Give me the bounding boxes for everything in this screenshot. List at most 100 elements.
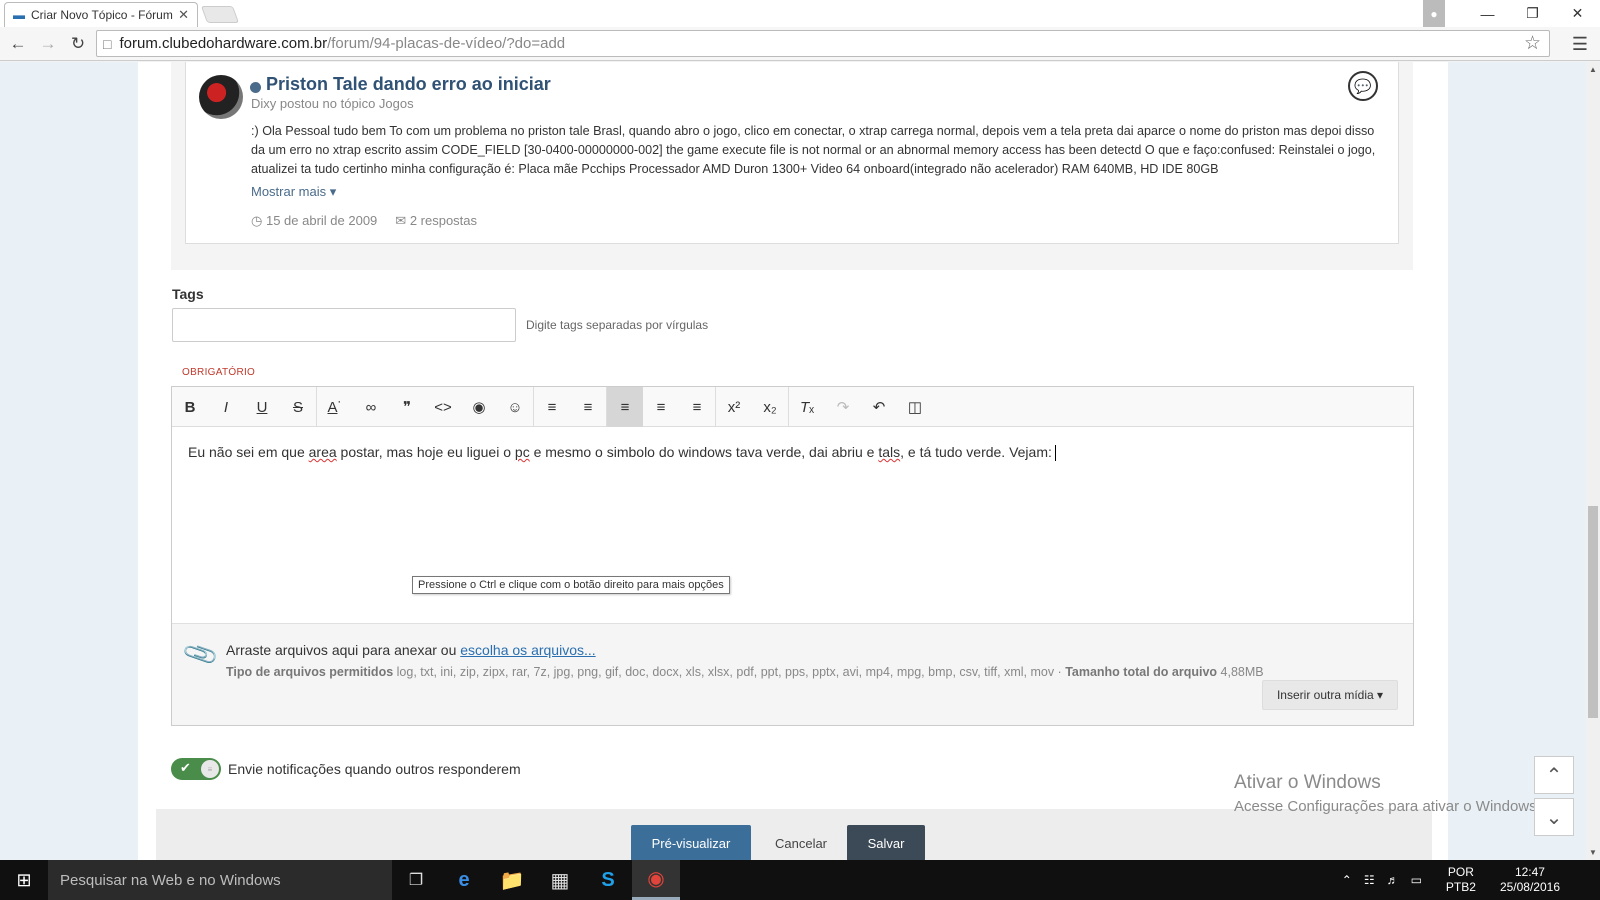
chrome-menu-icon[interactable]: ☰ xyxy=(1572,34,1588,55)
align-right-icon[interactable]: ≡ xyxy=(679,387,715,427)
restore-icon[interactable]: ❐ xyxy=(1510,0,1555,27)
skype-icon[interactable]: S xyxy=(584,860,632,900)
align-left-icon[interactable]: ≡ xyxy=(607,387,643,427)
scroll-arrow-up-icon[interactable]: ▲ xyxy=(1589,65,1597,74)
save-button[interactable]: Salvar xyxy=(847,825,925,860)
bold-icon[interactable]: B xyxy=(172,387,208,427)
page-scrollbar[interactable]: ▲ ▼ xyxy=(1586,62,1600,860)
bullet-list-icon[interactable]: ≡ xyxy=(534,387,570,427)
underline-icon[interactable]: U xyxy=(244,387,280,427)
related-topic-card: Priston Tale dando erro ao iniciar Dixy … xyxy=(185,62,1399,244)
choose-files-link[interactable]: escolha os arquivos... xyxy=(460,642,595,658)
numbered-list-icon[interactable]: ≡ xyxy=(570,387,606,427)
tags-label: Tags xyxy=(172,286,204,302)
topic-date: ◷ 15 de abril de 2009 xyxy=(251,213,377,229)
misspelled-word: area xyxy=(308,444,337,460)
browser-tab[interactable]: ▬ Criar Novo Tópico - Fórum ✕ xyxy=(4,2,198,27)
tags-input[interactable] xyxy=(172,308,516,342)
text-color-icon[interactable]: A ˙ xyxy=(317,387,353,427)
input-language[interactable]: POR PTB2 xyxy=(1434,865,1476,895)
total-size-value: 4,88MB xyxy=(1217,665,1264,679)
watermark-line-2: Acesse Configurações para ativar o Windo… xyxy=(1234,798,1541,815)
bookmark-star-icon[interactable]: ☆ xyxy=(1524,32,1541,55)
taskbar-clock[interactable]: 12:47 25/08/2016 xyxy=(1488,865,1560,895)
attachment-area[interactable]: 📎 Arraste arquivos aqui para anexar ou e… xyxy=(172,623,1413,725)
subscript-icon[interactable]: x₂ xyxy=(752,387,788,427)
clock-time: 12:47 xyxy=(1514,865,1545,879)
windows-activation-watermark: Ativar o Windows Acesse Configurações pa… xyxy=(1234,772,1541,815)
cancel-button[interactable]: Cancelar xyxy=(761,825,841,860)
file-explorer-icon[interactable]: 📁 xyxy=(488,860,536,900)
unread-dot-icon xyxy=(250,82,261,93)
network-icon[interactable]: ☷ xyxy=(1364,873,1375,887)
strikethrough-icon[interactable]: S xyxy=(280,387,316,427)
editor-content[interactable]: Eu não sei em que area postar, mas hoje … xyxy=(188,444,1056,462)
scroll-arrow-down-icon[interactable]: ▼ xyxy=(1589,848,1597,857)
speech-bubble-icon: ✉ xyxy=(395,213,407,228)
store-icon[interactable]: ▦ xyxy=(536,860,584,900)
forward-icon[interactable]: → xyxy=(36,34,60,54)
tray-overflow-icon[interactable]: ⌃ xyxy=(1342,873,1352,887)
taskbar-search[interactable]: Pesquisar na Web e no Windows xyxy=(48,860,392,900)
volume-icon[interactable]: ♬ xyxy=(1387,873,1399,887)
scroll-up-button[interactable]: ⌃ xyxy=(1534,756,1574,794)
close-window-icon[interactable]: ✕ xyxy=(1555,0,1600,27)
tab-title: Criar Novo Tópico - Fórum xyxy=(31,8,173,22)
reload-icon[interactable]: ↻ xyxy=(66,34,90,54)
redo-icon[interactable]: ↷ xyxy=(825,387,861,427)
topic-subtitle: Dixy postou no tópico Jogos xyxy=(251,96,414,111)
toggle-knob: ≡ xyxy=(201,760,219,778)
insert-media-button[interactable]: Inserir outra mídia ▾ xyxy=(1262,680,1398,710)
action-center-icon[interactable]: ▭ xyxy=(1411,873,1422,887)
checkmark-icon: ✔ xyxy=(180,760,191,775)
file-types-label: Tipo de arquivos permitidos xyxy=(226,665,394,679)
watermark-line-1: Ativar o Windows xyxy=(1234,772,1381,793)
show-more-link[interactable]: Mostrar mais ▾ xyxy=(251,184,336,200)
clear-format-icon[interactable]: Tₓ xyxy=(789,387,825,427)
editor-text-part: Eu não sei em que xyxy=(188,444,309,460)
link-icon[interactable]: ∞ xyxy=(353,387,389,427)
topic-meta: ◷ 15 de abril de 2009 ✉ 2 respostas xyxy=(251,213,477,229)
quote-icon[interactable]: ❞ xyxy=(389,387,425,427)
preview-icon[interactable]: ◫ xyxy=(897,387,933,427)
address-bar[interactable]: □ forum.clubedohardware.com.br /forum/94… xyxy=(96,30,1550,57)
url-host: forum.clubedohardware.com.br xyxy=(119,35,328,52)
edge-icon[interactable]: e xyxy=(440,860,488,900)
editor-tooltip: Pressione o Ctrl e clique com o botão di… xyxy=(412,576,730,594)
italic-icon[interactable]: I xyxy=(208,387,244,427)
emoji-icon[interactable]: ☺ xyxy=(497,387,533,427)
scrollbar-thumb[interactable] xyxy=(1588,506,1598,718)
task-view-icon[interactable]: ❐ xyxy=(392,860,440,900)
chrome-icon[interactable]: ◉ xyxy=(632,860,680,900)
notification-toggle[interactable]: ✔ ≡ xyxy=(171,758,221,780)
notification-label: Envie notificações quando outros respond… xyxy=(228,761,521,777)
new-tab-button[interactable] xyxy=(200,6,240,23)
spoiler-eye-icon[interactable]: ◉ xyxy=(461,387,497,427)
url-path: /forum/94-placas-de-vídeo/?do=add xyxy=(327,35,566,52)
keyboard-layout: PTB2 xyxy=(1445,880,1476,894)
topic-replies: ✉ 2 respostas xyxy=(395,213,477,229)
minimize-icon[interactable]: — xyxy=(1465,0,1510,27)
editor-text-part: e mesmo o simbolo do windows tava verde,… xyxy=(529,444,879,460)
windows-start-icon[interactable]: ⊞ xyxy=(0,860,48,900)
forum-favicon-icon: ▬ xyxy=(13,8,25,22)
show-more-label: Mostrar mais xyxy=(251,184,327,199)
user-profile-icon[interactable]: ● xyxy=(1423,0,1445,27)
align-center-icon[interactable]: ≡ xyxy=(643,387,679,427)
caret-down-icon: ▾ xyxy=(329,184,337,199)
text-caret xyxy=(1054,445,1056,462)
editor-text-part: postar, mas hoje eu liguei o xyxy=(336,444,515,460)
close-tab-icon[interactable]: ✕ xyxy=(178,7,189,23)
avatar[interactable] xyxy=(199,75,243,119)
scroll-down-button[interactable]: ⌄ xyxy=(1534,798,1574,836)
system-tray: ⌃ ☷ ♬ ▭ POR PTB2 12:47 25/08/2016 xyxy=(1330,860,1600,900)
comments-icon[interactable]: 💬 xyxy=(1348,71,1378,101)
back-icon[interactable]: ← xyxy=(6,34,30,54)
preview-button[interactable]: Pré-visualizar xyxy=(631,825,751,860)
topic-title-link[interactable]: Priston Tale dando erro ao iniciar xyxy=(266,74,551,95)
superscript-icon[interactable]: x² xyxy=(716,387,752,427)
code-icon[interactable]: <> xyxy=(425,387,461,427)
topic-date-text: 15 de abril de 2009 xyxy=(265,213,378,228)
undo-icon[interactable]: ↶ xyxy=(861,387,897,427)
related-topic-area: Priston Tale dando erro ao iniciar Dixy … xyxy=(171,62,1413,270)
